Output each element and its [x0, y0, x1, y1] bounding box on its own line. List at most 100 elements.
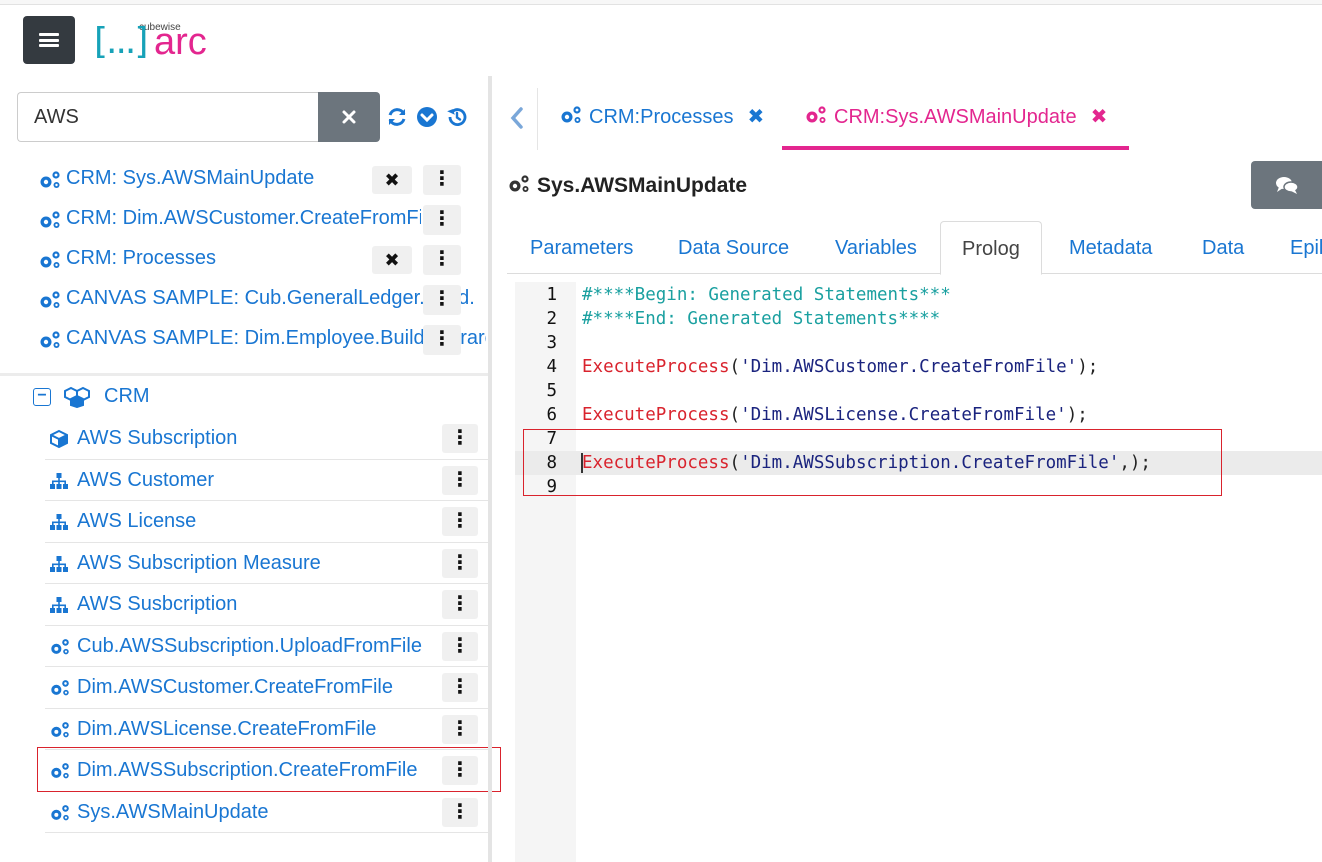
line-number: 2 [546, 309, 557, 329]
line-number: 1 [546, 285, 557, 305]
gears-icon [38, 210, 62, 235]
hierarchy-icon [49, 554, 69, 574]
recent-items-list: CRM: Sys.AWSMainUpdate ✖ ⋮ CRM: Dim.AWSC… [0, 160, 488, 360]
hamburger-icon [39, 33, 59, 47]
search-clear-button[interactable] [318, 92, 380, 142]
kebab-menu-button[interactable]: ⋮ [442, 590, 478, 619]
tree-item-label: Dim.AWSLicense.CreateFromFile [77, 717, 377, 740]
code-editor[interactable]: 1 #****Begin: Generated Statements*** 2 … [515, 282, 1322, 862]
tree-item-dimension[interactable]: AWS Subscription Measure ⋮ [45, 543, 488, 584]
tab-prolog[interactable]: Prolog [940, 221, 1042, 275]
recent-item[interactable]: CANVAS SAMPLE: Cub.GeneralLedger.Load.De… [0, 280, 488, 320]
kebab-menu-button[interactable]: ⋮ [442, 424, 478, 453]
gears-icon [38, 330, 62, 355]
tab-data[interactable]: Data [1202, 237, 1244, 260]
kebab-menu-button[interactable]: ⋮ [423, 285, 461, 315]
code-string: 'Dim.AWSLicense.CreateFromFile' [740, 405, 1067, 425]
recent-item-label: CANVAS SAMPLE: Cub.GeneralLedger.Load.De… [66, 287, 476, 309]
gears-icon [559, 105, 583, 131]
recent-item[interactable]: CRM: Processes ✖ ⋮ [0, 240, 488, 280]
tab-crm-sys-awsmainupdate[interactable]: CRM:Sys.AWSMainUpdate ✖ [804, 104, 1107, 138]
chevron-left-icon[interactable] [509, 106, 525, 137]
tree-item-process[interactable]: Dim.AWSCustomer.CreateFromFile ⋮ [45, 667, 488, 709]
tree-item-process[interactable]: Dim.AWSLicense.CreateFromFile ⋮ [45, 709, 488, 750]
history-icon[interactable] [445, 106, 469, 130]
code-comment: #****Begin: Generated Statements*** [582, 285, 951, 305]
tree-item-label: Cub.AWSSubscription.UploadFromFile [77, 634, 422, 657]
tree-root-crm[interactable]: − CRM [33, 382, 433, 412]
tree-item-cube[interactable]: AWS Subscription ⋮ [45, 418, 488, 460]
arc-logo[interactable]: cubewise [...] arc [94, 20, 224, 64]
menu-toggle-button[interactable] [23, 16, 75, 64]
kebab-menu-button[interactable]: ⋮ [423, 165, 461, 195]
gears-icon [804, 105, 828, 131]
tree-item-dimension[interactable]: AWS License ⋮ [45, 501, 488, 543]
tree-item-process[interactable]: Sys.AWSMainUpdate ⋮ [45, 792, 488, 833]
tree-root-label: CRM [104, 385, 150, 407]
tab-crm-processes[interactable]: CRM:Processes ✖ [559, 104, 764, 138]
kebab-menu-button[interactable]: ⋮ [442, 673, 478, 702]
search-input[interactable] [17, 92, 319, 142]
code-comment: #****End: Generated Statements**** [582, 309, 941, 329]
kebab-menu-button[interactable]: ⋮ [423, 325, 461, 355]
collapse-icon[interactable]: − [33, 388, 51, 406]
close-recent-button[interactable]: ✖ [372, 166, 412, 194]
kebab-menu-button[interactable]: ⋮ [442, 465, 478, 495]
code-line: 4 ExecuteProcess('Dim.AWSCustomer.Create… [515, 355, 1322, 379]
kebab-menu-button[interactable]: ⋮ [423, 205, 461, 235]
panel-divider [0, 373, 488, 376]
kebab-menu-button[interactable]: ⋮ [442, 507, 478, 536]
code-punctuation: ); [1066, 405, 1088, 425]
kebab-menu-button[interactable]: ⋮ [442, 714, 478, 744]
hierarchy-icon [49, 471, 69, 491]
editor-title-text: Sys.AWSMainUpdate [537, 174, 748, 197]
tab-metadata[interactable]: Metadata [1069, 237, 1152, 260]
tab-variables[interactable]: Variables [835, 237, 917, 260]
code-function: ExecuteProcess [582, 405, 730, 425]
tree-item-dimension[interactable]: AWS Customer ⋮ [45, 460, 488, 501]
kebab-menu-button[interactable]: ⋮ [423, 245, 461, 275]
recent-item[interactable]: CRM: Sys.AWSMainUpdate ✖ ⋮ [0, 160, 488, 200]
kebab-menu-button[interactable]: ⋮ [442, 797, 478, 827]
close-recent-button[interactable]: ✖ [372, 246, 412, 274]
procedure-tabs: Parameters Data Source Variables Prolog … [507, 221, 1322, 275]
tree-item-label: AWS Customer [77, 468, 215, 491]
gears-icon [38, 290, 62, 315]
tree-item-label: AWS Subscription Measure [77, 551, 321, 574]
code-function: ExecuteProcess [582, 357, 730, 377]
code-line: 1 #****Begin: Generated Statements*** [515, 283, 1322, 307]
recent-item-label: CRM: Processes [66, 247, 217, 269]
panel-splitter[interactable] [488, 76, 492, 862]
hierarchy-icon [49, 512, 69, 532]
code-line: 2 #****End: Generated Statements**** [515, 307, 1322, 331]
tab-bar: CRM:Processes ✖ CRM:Sys.AWSMainUpdate ✖ [492, 88, 1322, 152]
line-number: 5 [546, 381, 557, 401]
tree-item-label: AWS Susbcription [77, 593, 238, 615]
cube-icon [49, 429, 69, 449]
line-number: 6 [546, 405, 557, 425]
tab-label: CRM:Sys.AWSMainUpdate [834, 106, 1077, 128]
tree-item-dimension[interactable]: AWS Susbcription ⋮ [45, 584, 488, 626]
hierarchy-icon [49, 595, 69, 615]
collapse-all-icon[interactable] [415, 106, 439, 130]
line-number: 4 [546, 357, 557, 377]
logo-brackets: [...] [94, 21, 148, 62]
recent-item[interactable]: CRM: Dim.AWSCustomer.CreateFromFile ⋮ [0, 200, 488, 240]
tab-epilog[interactable]: Epilog [1290, 237, 1322, 260]
kebab-menu-button[interactable]: ⋮ [442, 631, 478, 661]
gears-icon [49, 678, 69, 698]
tab-data-source[interactable]: Data Source [678, 237, 789, 260]
tab-parameters[interactable]: Parameters [530, 237, 633, 260]
tree-item-process[interactable]: Cub.AWSSubscription.UploadFromFile ⋮ [45, 626, 488, 667]
close-icon[interactable]: ✖ [747, 104, 764, 129]
gears-icon [507, 174, 531, 200]
comments-button[interactable] [1251, 161, 1322, 209]
refresh-icon[interactable] [385, 106, 409, 130]
tree-item-label: AWS Subscription [77, 427, 238, 449]
close-icon[interactable]: ✖ [1091, 104, 1108, 129]
kebab-menu-button[interactable]: ⋮ [442, 548, 478, 578]
gears-icon [38, 170, 62, 195]
code-line: 6 ExecuteProcess('Dim.AWSLicense.CreateF… [515, 403, 1322, 427]
gears-icon [49, 720, 69, 740]
recent-item[interactable]: CANVAS SAMPLE: Dim.Employee.Build.Hierar… [0, 320, 488, 360]
